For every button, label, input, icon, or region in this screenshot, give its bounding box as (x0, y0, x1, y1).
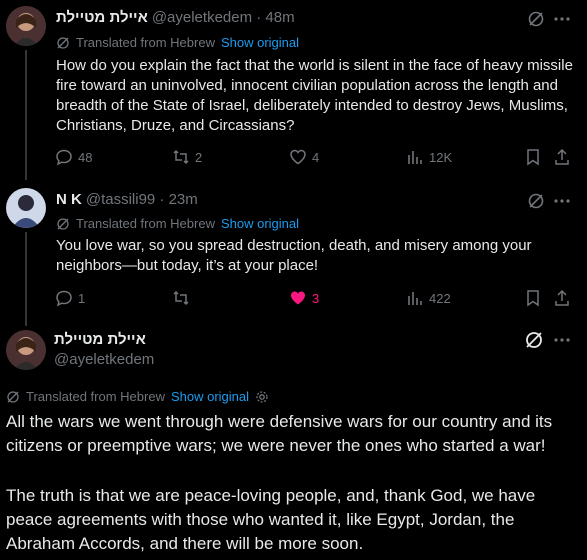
translated-label: Translated from Hebrew (26, 389, 165, 404)
reply-button[interactable]: 1 (55, 289, 85, 307)
like-button[interactable]: 4 (289, 148, 319, 166)
show-original-link[interactable]: Show original (171, 389, 249, 404)
translated-label: Translated from Hebrew (76, 35, 215, 50)
reply-button[interactable]: 48 (55, 148, 92, 166)
repost-icon (173, 290, 189, 306)
heart-filled-icon (291, 291, 305, 305)
handle-time[interactable]: @tassili99 · 23m (86, 191, 198, 208)
tweet-text-para1: All the wars we went through were defens… (6, 412, 553, 455)
show-original-link[interactable]: Show original (221, 35, 299, 50)
views-icon (408, 292, 422, 305)
thread-line (25, 50, 27, 180)
repost-button[interactable]: 2 (172, 148, 202, 166)
views-button[interactable]: 422 (406, 289, 451, 307)
avatar[interactable] (6, 6, 46, 46)
show-original-link[interactable]: Show original (221, 216, 299, 231)
repost-icon (173, 149, 189, 165)
grok-icon[interactable] (524, 330, 544, 350)
heart-icon (290, 149, 306, 165)
translation-note: Translated from Hebrew Show original (56, 216, 299, 231)
grok-icon[interactable] (527, 192, 545, 210)
avatar[interactable] (6, 330, 46, 370)
grok-icon[interactable] (527, 10, 545, 28)
views-button[interactable]: 12K (406, 148, 452, 166)
repost-button[interactable] (172, 289, 195, 307)
more-icon[interactable] (553, 10, 571, 28)
tweet-header: איילת מטיילת @ayeletkedem · 48m (56, 9, 295, 26)
views-icon (408, 151, 422, 164)
gear-icon (256, 390, 268, 403)
tweet-text: You love war, so you spread destruction,… (56, 237, 532, 274)
translation-note: Translated from Hebrew Show original (56, 35, 299, 50)
like-button[interactable]: 3 (289, 289, 319, 307)
share-icon[interactable] (553, 289, 571, 307)
tweet-header: N K @tassili99 · 23m (56, 191, 198, 208)
more-icon[interactable] (553, 192, 571, 210)
tweet-text: How do you explain the fact that the wor… (56, 57, 573, 134)
display-name[interactable]: איילת מטיילת (56, 9, 148, 26)
handle-time[interactable]: @ayeletkedem · 48m (152, 9, 295, 26)
display-name-block: איילת מטיילת @ayeletkedem (54, 331, 154, 368)
reply-icon (56, 149, 72, 166)
grok-icon (57, 36, 69, 49)
grok-icon (7, 390, 19, 403)
display-name[interactable]: N K (56, 191, 82, 208)
translated-label: Translated from Hebrew (76, 216, 215, 231)
grok-icon (57, 217, 69, 230)
translation-note: Translated from Hebrew Show original (6, 389, 269, 404)
handle[interactable]: @ayeletkedem (54, 351, 154, 368)
share-icon[interactable] (553, 148, 571, 166)
reply-icon (56, 290, 72, 307)
bookmark-icon[interactable] (524, 148, 542, 166)
tweet-text-para2: The truth is that we are peace-loving pe… (6, 486, 536, 553)
more-icon[interactable] (553, 331, 571, 349)
display-name[interactable]: איילת מטיילת (54, 331, 154, 348)
avatar[interactable] (6, 188, 46, 228)
thread-line (25, 232, 27, 326)
bookmark-icon[interactable] (524, 289, 542, 307)
